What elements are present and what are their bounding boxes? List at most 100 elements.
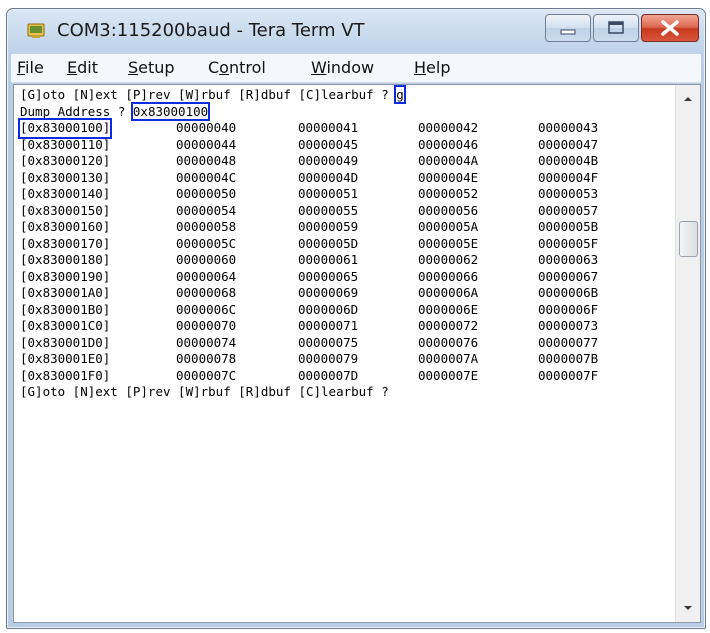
- dump-row-value: 0000007C: [176, 367, 237, 383]
- dump-row-address: [0x830001F0]: [20, 367, 111, 383]
- dump-row-address: [0x830001E0]: [20, 351, 111, 366]
- scrollbar-thumb[interactable]: [679, 221, 698, 257]
- scroll-up-arrow-icon[interactable]: [676, 87, 700, 111]
- dump-row-value: 00000047: [538, 136, 599, 152]
- terminal-client-area[interactable]: [G]oto [N]ext [P]rev [W]rbuf [R]dbuf [C]…: [13, 84, 701, 623]
- dump-row-value: 00000043: [538, 120, 599, 135]
- dump-row-value: 0000006E: [418, 301, 479, 317]
- dump-row-value: 00000058: [176, 219, 237, 234]
- dump-row-value: 00000066: [418, 268, 479, 284]
- dump-row-value: 00000074: [176, 334, 237, 350]
- close-button[interactable]: [641, 14, 699, 42]
- dump-address-value: 0x83000100: [130, 101, 211, 121]
- dump-row-value: 00000065: [298, 268, 359, 284]
- dump-row-value: 00000048: [176, 153, 237, 168]
- dump-row-value: 00000049: [298, 153, 359, 168]
- menu-file[interactable]: File: [17, 58, 44, 77]
- dump-row-value: 0000005E: [418, 235, 479, 251]
- dump-row: [0x83000110] 00000044 00000045 00000046 0000…: [20, 137, 676, 154]
- dump-row-value: 00000071: [298, 318, 359, 333]
- dump-row-value: 0000005A: [418, 219, 479, 234]
- menu-setup[interactable]: Setup: [128, 58, 175, 77]
- dump-row: [0x83000120] 00000048 00000049 0000004A 0000…: [20, 153, 676, 170]
- teraterm-icon: [27, 23, 45, 38]
- memory-dump: [0x83000100] 00000040 00000041 00000042 0000…: [17, 118, 676, 385]
- dump-row-value: 00000059: [298, 219, 359, 234]
- scroll-down-arrow-icon[interactable]: [676, 596, 700, 620]
- dump-row-value: 0000004C: [176, 169, 237, 185]
- dump-row-value: 00000055: [298, 202, 359, 218]
- dump-row: [0x83000130] 0000004C 0000004D 0000004E 0000…: [20, 170, 676, 187]
- dump-row-value: 0000006D: [298, 301, 359, 317]
- dump-row: [0x830001C0] 00000070 00000071 00000072 0000…: [20, 318, 676, 335]
- menu-control[interactable]: Control: [208, 58, 266, 77]
- window-title: COM3:115200baud - Tera Term VT: [57, 20, 365, 41]
- dump-row-address: [0x83000170]: [20, 235, 111, 251]
- dump-row-value: 00000041: [298, 120, 359, 135]
- dump-row-value: 0000005C: [176, 235, 237, 251]
- menu-edit[interactable]: Edit: [67, 58, 98, 77]
- dump-row-value: 00000076: [418, 334, 479, 350]
- dump-row-value: 0000006F: [538, 301, 599, 317]
- dump-row-value: 00000050: [176, 186, 237, 201]
- dump-row-address: [0x83000190]: [20, 268, 111, 284]
- dump-row-value: 00000067: [538, 268, 599, 284]
- dump-row: [0x83000180] 00000060 00000061 00000062 0000…: [20, 252, 676, 269]
- title-bar[interactable]: COM3:115200baud - Tera Term VT: [7, 9, 705, 53]
- dump-row-value: 00000044: [176, 136, 237, 152]
- dump-row: [0x830001F0] 0000007C 0000007D 0000007E 0000…: [20, 368, 676, 385]
- vertical-scrollbar[interactable]: [675, 85, 700, 622]
- menu-help[interactable]: Help: [414, 58, 450, 77]
- dump-row-address: [0x83000160]: [20, 219, 111, 234]
- dump-row-value: 0000005B: [538, 219, 599, 234]
- dump-row-value: 00000060: [176, 252, 237, 267]
- dump-row-address: [0x83000180]: [20, 252, 111, 267]
- dump-row-value: 00000064: [176, 268, 237, 284]
- maximize-button[interactable]: [593, 14, 639, 42]
- dump-row-value: 00000079: [298, 351, 359, 366]
- dump-row: [0x830001D0] 00000074 00000075 00000076 0000…: [20, 335, 676, 352]
- dump-row-value: 0000007D: [298, 367, 359, 383]
- dump-row-value: 00000078: [176, 351, 237, 366]
- dump-row-address: [0x830001D0]: [20, 334, 111, 350]
- dump-row-address: [0x83000120]: [20, 153, 111, 168]
- dump-row-value: 0000006A: [418, 285, 479, 300]
- dump-row-value: 00000062: [418, 252, 479, 267]
- menu-bar: File Edit Setup Control Window Help: [11, 54, 701, 83]
- dump-row-value: 00000052: [418, 186, 479, 201]
- dump-row-value: 00000070: [176, 318, 237, 333]
- dump-row: [0x83000140] 00000050 00000051 00000052 0000…: [20, 186, 676, 203]
- final-prompt-text: [G]oto [N]ext [P]rev [W]rbuf [R]dbuf [C]…: [20, 384, 389, 399]
- dump-row-value: 00000045: [298, 136, 359, 152]
- terminal-output[interactable]: [G]oto [N]ext [P]rev [W]rbuf [R]dbuf [C]…: [17, 85, 676, 617]
- prompt-input: g: [394, 85, 406, 104]
- dump-row-value: 00000054: [176, 202, 237, 218]
- dump-row: [0x830001A0] 00000068 00000069 0000006A 0000…: [20, 285, 676, 302]
- dump-row-value: 0000006C: [176, 301, 237, 317]
- dump-address-line: Dump Address ? 0x83000100: [20, 101, 676, 121]
- dump-row-value: 0000005D: [298, 235, 359, 251]
- close-icon: [661, 20, 679, 36]
- dump-row-value: 00000042: [418, 120, 479, 135]
- dump-row-address: [0x83000140]: [20, 186, 111, 201]
- dump-row-address: [0x83000150]: [20, 202, 111, 218]
- dump-row-address: [0x83000130]: [20, 169, 111, 185]
- dump-row-value: 0000004E: [418, 169, 479, 185]
- dump-row-value: 00000057: [538, 202, 599, 218]
- dump-row-value: 00000068: [176, 285, 237, 300]
- dump-row: [0x83000100] 00000040 00000041 00000042 0000…: [17, 118, 676, 139]
- dump-row: [0x83000150] 00000054 00000055 00000056 0000…: [20, 203, 676, 220]
- minimize-icon: [560, 29, 576, 35]
- dump-row-value: 00000046: [418, 136, 479, 152]
- dump-row-value: 00000063: [538, 252, 599, 267]
- dump-row-value: 00000061: [298, 252, 359, 267]
- dump-row-value: 0000004A: [418, 153, 479, 168]
- dump-row-value: 00000075: [298, 334, 359, 350]
- menu-window[interactable]: Window: [311, 58, 374, 77]
- prompt-line: [G]oto [N]ext [P]rev [W]rbuf [R]dbuf [C]…: [20, 85, 676, 104]
- dump-address-label: Dump Address ?: [20, 103, 133, 119]
- final-prompt-line: [G]oto [N]ext [P]rev [W]rbuf [R]dbuf [C]…: [20, 384, 676, 401]
- minimize-button[interactable]: [545, 14, 591, 42]
- dump-row-value: 0000007F: [538, 367, 599, 383]
- dump-row-value: 00000072: [418, 318, 479, 333]
